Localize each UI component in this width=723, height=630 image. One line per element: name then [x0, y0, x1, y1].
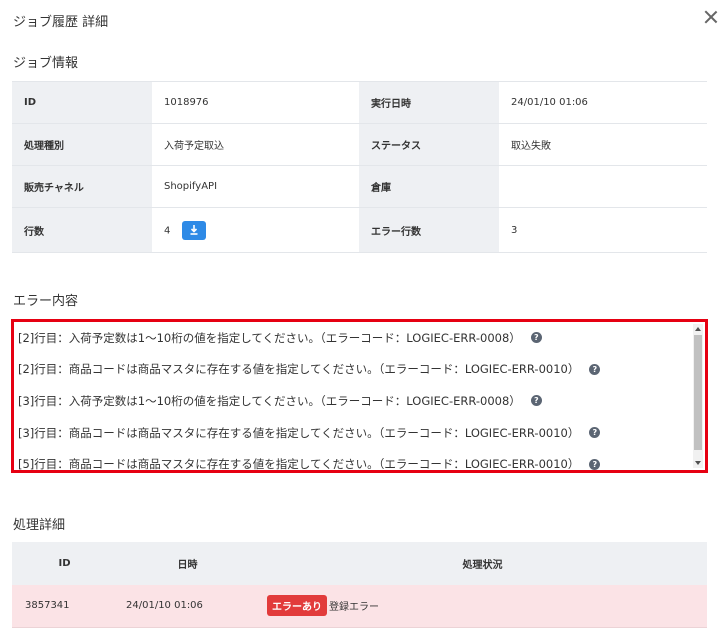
error-heading: エラー内容 [13, 294, 79, 309]
info-row: 行数 4 エラー行数 3 [12, 207, 707, 253]
info-value: 取込失敗 [499, 123, 707, 166]
info-row: 販売チャネル ShopifyAPI 倉庫 [12, 165, 707, 208]
error-item: [3]行目：入荷予定数は1〜10桁の値を指定してください。（エラーコード：LOG… [18, 385, 687, 417]
info-label: 倉庫 [359, 165, 499, 208]
info-row: ID 1018976 実行日時 24/01/10 01:06 [12, 81, 707, 124]
info-value: ShopifyAPI [152, 165, 359, 208]
info-value: 入荷予定取込 [152, 123, 359, 166]
download-button[interactable] [181, 220, 206, 240]
processing-heading: 処理詳細 [13, 518, 66, 533]
scroll-up-arrow-icon[interactable] [695, 327, 701, 331]
scrollbar[interactable] [693, 324, 703, 468]
table-row: 3857341 24/01/10 01:06 エラーあり 登録エラー [12, 585, 707, 628]
job-info-heading: ジョブ情報 [13, 56, 79, 71]
error-item: [2]行目：入荷予定数は1〜10桁の値を指定してください。（エラーコード：LOG… [18, 322, 687, 354]
cell-status: エラーあり 登録エラー [258, 585, 707, 628]
error-text: [2]行目：入荷予定数は1〜10桁の値を指定してください。（エラーコード：LOG… [18, 330, 521, 345]
download-icon [190, 224, 198, 235]
error-text: [2]行目：商品コードは商品マスタに存在する値を指定してください。（エラーコード… [18, 362, 580, 377]
job-info-table: ID 1018976 実行日時 24/01/10 01:06 処理種別 入荷予定… [12, 81, 707, 253]
info-label: 実行日時 [359, 81, 499, 124]
cell-datetime: 24/01/10 01:06 [117, 585, 258, 628]
error-text: [3]行目：入荷予定数は1〜10桁の値を指定してください。（エラーコード：LOG… [18, 393, 521, 408]
info-value [499, 165, 707, 208]
cell-id: 3857341 [12, 585, 117, 628]
error-item: [5]行目：商品コードは商品マスタに存在する値を指定してください。（エラーコード… [18, 448, 687, 472]
error-badge: エラーあり [267, 595, 327, 617]
info-row: 処理種別 入荷予定取込 ステータス 取込失敗 [12, 123, 707, 166]
info-value: 3 [499, 207, 707, 253]
error-list: [2]行目：入荷予定数は1〜10桁の値を指定してください。（エラーコード：LOG… [18, 322, 687, 472]
error-text: [5]行目：商品コードは商品マスタに存在する値を指定してください。（エラーコード… [18, 457, 580, 472]
info-label: エラー行数 [359, 207, 499, 253]
info-label: ステータス [359, 123, 499, 166]
help-icon[interactable]: ? [530, 332, 542, 344]
info-label: ID [12, 81, 152, 124]
error-text: [3]行目：商品コードは商品マスタに存在する値を指定してください。（エラーコード… [18, 425, 580, 440]
info-value: 24/01/10 01:06 [499, 81, 707, 124]
help-icon[interactable]: ? [530, 395, 542, 407]
info-value: 1018976 [152, 81, 359, 124]
table-header-row: ID 日時 処理状況 [12, 542, 707, 585]
column-header-datetime: 日時 [117, 542, 258, 585]
help-icon[interactable]: ? [589, 363, 601, 375]
info-label: 行数 [12, 207, 152, 253]
error-item: [3]行目：商品コードは商品マスタに存在する値を指定してください。（エラーコード… [18, 417, 687, 449]
info-label: 処理種別 [12, 123, 152, 166]
scroll-down-arrow-icon[interactable] [695, 461, 701, 465]
status-text: 登録エラー [329, 602, 379, 614]
info-value-cell: 4 [152, 207, 359, 253]
info-label: 販売チャネル [12, 165, 152, 208]
row-count-value: 4 [164, 225, 171, 236]
column-header-status: 処理状況 [258, 542, 707, 585]
help-icon[interactable]: ? [589, 427, 601, 439]
error-list-box[interactable]: [2]行目：入荷予定数は1〜10桁の値を指定してください。（エラーコード：LOG… [11, 319, 708, 473]
processing-table: ID 日時 処理状況 3857341 24/01/10 01:06 エラーあり登… [12, 542, 707, 628]
scrollbar-thumb[interactable] [694, 335, 702, 450]
help-icon[interactable]: ? [589, 458, 601, 470]
close-icon[interactable] [704, 10, 718, 24]
dialog-title: ジョブ履歴 詳細 [13, 15, 109, 30]
error-item: [2]行目：商品コードは商品マスタに存在する値を指定してください。（エラーコード… [18, 354, 687, 386]
column-header-id: ID [12, 542, 117, 585]
